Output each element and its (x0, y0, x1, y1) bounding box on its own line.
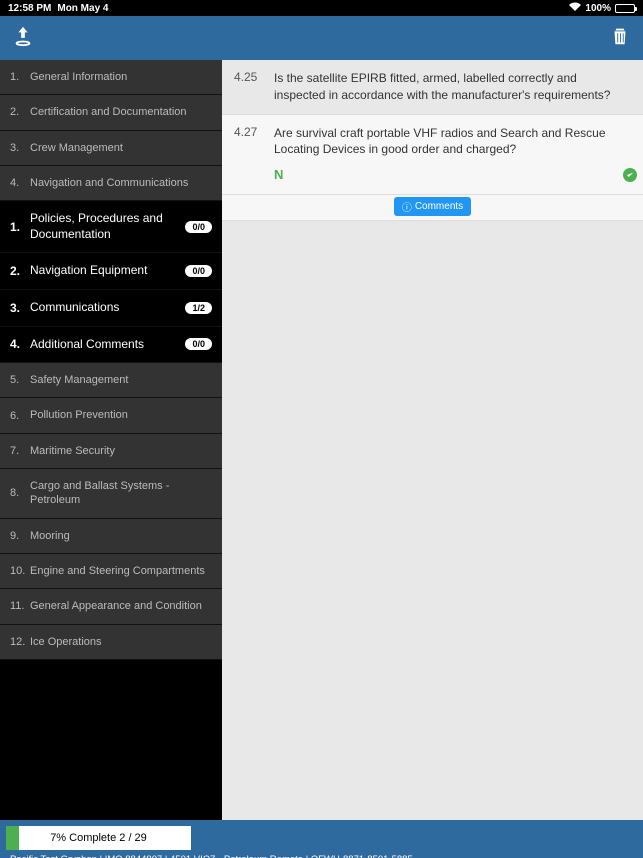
comments-button[interactable]: ⓘ Comments (394, 197, 471, 216)
question-row[interactable]: 4.25 Is the satellite EPIRB fitted, arme… (222, 60, 643, 115)
question-number: 4.25 (234, 70, 274, 104)
count-badge: 0/0 (185, 338, 212, 350)
count-badge: 1/2 (185, 302, 212, 314)
question-number: 4.27 (234, 125, 274, 185)
question-text: Are survival craft portable VHF radios a… (274, 125, 631, 159)
count-badge: 0/0 (185, 265, 212, 277)
sidebar-item-engine-steering[interactable]: 10.Engine and Steering Compartments (0, 554, 222, 589)
count-badge: 0/0 (185, 221, 212, 233)
content-area: 4.25 Is the satellite EPIRB fitted, arme… (222, 60, 643, 820)
wifi-icon (569, 2, 581, 14)
sidebar-item-ice-operations[interactable]: 12.Ice Operations (0, 625, 222, 660)
answer-value: N (274, 166, 283, 184)
sidebar-item-pollution[interactable]: 6.Pollution Prevention (0, 398, 222, 433)
sidebar-sub-policies[interactable]: 1.Policies, Procedures and Documentation… (0, 201, 222, 253)
battery-icon (615, 4, 635, 13)
sidebar-item-maritime-security[interactable]: 7.Maritime Security (0, 434, 222, 469)
status-time: 12:58 PM (8, 3, 51, 14)
toolbar (0, 16, 643, 60)
battery-percent: 100% (585, 3, 611, 14)
sidebar-sub-navigation-equipment[interactable]: 2.Navigation Equipment0/0 (0, 253, 222, 290)
sidebar-sub-communications[interactable]: 3.Communications1/2 (0, 290, 222, 327)
footer: 7% Complete 2 / 29 Pacific Test Gryphon … (0, 820, 643, 858)
sidebar-item-navigation[interactable]: 4.Navigation and Communications (0, 166, 222, 201)
delete-button[interactable] (609, 25, 631, 52)
sidebar-item-general-information[interactable]: 1.General Information (0, 60, 222, 95)
sidebar: 1.General Information 2.Certification an… (0, 60, 222, 820)
status-date: Mon May 4 (57, 3, 108, 14)
progress-text: 7% Complete 2 / 29 (6, 832, 191, 844)
question-row[interactable]: 4.27 Are survival craft portable VHF rad… (222, 115, 643, 196)
status-bar: 12:58 PM Mon May 4 100% (0, 0, 643, 16)
info-icon: ⓘ (402, 199, 412, 214)
sidebar-item-cargo-ballast[interactable]: 8.Cargo and Ballast Systems - Petroleum (0, 469, 222, 519)
sidebar-item-mooring[interactable]: 9.Mooring (0, 519, 222, 554)
sidebar-item-general-appearance[interactable]: 11.General Appearance and Condition (0, 589, 222, 624)
check-icon (623, 168, 637, 182)
sidebar-item-certification[interactable]: 2.Certification and Documentation (0, 95, 222, 130)
sidebar-sub-additional-comments[interactable]: 4.Additional Comments0/0 (0, 327, 222, 364)
upload-button[interactable] (12, 25, 34, 52)
footer-info: Pacific Test Gryphon | IMO 8844907 | 450… (0, 850, 643, 858)
progress-bar: 7% Complete 2 / 29 (6, 826, 191, 850)
sidebar-item-safety[interactable]: 5.Safety Management (0, 363, 222, 398)
question-text: Is the satellite EPIRB fitted, armed, la… (274, 70, 631, 104)
sidebar-item-crew-management[interactable]: 3.Crew Management (0, 131, 222, 166)
